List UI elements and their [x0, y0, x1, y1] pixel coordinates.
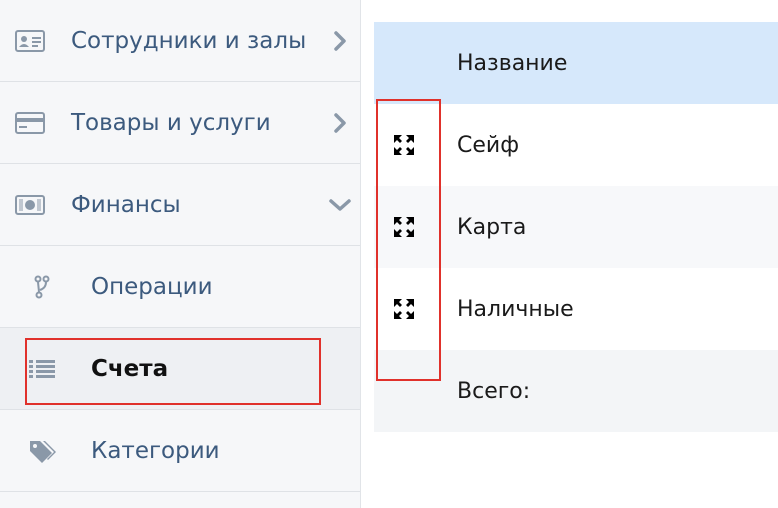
banknote-icon [14, 193, 46, 217]
move-icon[interactable] [392, 133, 416, 157]
table-row[interactable]: Сейф [374, 104, 778, 186]
sidebar-item-next [0, 492, 360, 508]
sidebar-item-label: Счета [91, 355, 169, 382]
table-row[interactable]: Наличные [374, 268, 778, 350]
table-total-row: Всего: [374, 350, 778, 432]
table-header: Название [374, 22, 778, 104]
list-icon [26, 357, 58, 381]
tags-icon [26, 439, 58, 463]
credit-card-icon [14, 111, 46, 135]
sidebar-item-employees[interactable]: Сотрудники и залы [0, 0, 360, 82]
id-card-icon [14, 29, 46, 53]
account-name: Наличные [457, 296, 574, 322]
column-header-name: Название [457, 50, 568, 76]
sidebar-item-label: Сотрудники и залы [71, 27, 307, 54]
sidebar-item-products[interactable]: Товары и услуги [0, 82, 360, 164]
accounts-table: Название Сейф Карта Наличные Всего: [374, 22, 778, 432]
branch-icon [26, 275, 58, 299]
chevron-down-icon [328, 193, 352, 217]
sidebar-item-finances[interactable]: Финансы [0, 164, 360, 246]
sidebar-item-label: Операции [91, 273, 213, 300]
chevron-right-icon [328, 111, 352, 135]
sidebar: Сотрудники и залы Товары и услуги Финанс… [0, 0, 361, 508]
sidebar-item-operations[interactable]: Операции [0, 246, 360, 328]
sidebar-item-accounts[interactable]: Счета [0, 328, 360, 410]
move-icon[interactable] [392, 215, 416, 239]
sidebar-item-label: Категории [91, 437, 220, 464]
table-row[interactable]: Карта [374, 186, 778, 268]
chevron-right-icon [328, 29, 352, 53]
move-icon[interactable] [392, 297, 416, 321]
total-label: Всего: [457, 378, 531, 404]
account-name: Сейф [457, 132, 520, 158]
sidebar-item-categories[interactable]: Категории [0, 410, 360, 492]
account-name: Карта [457, 214, 527, 240]
sidebar-item-label: Товары и услуги [71, 109, 271, 136]
sidebar-item-label: Финансы [71, 191, 181, 218]
